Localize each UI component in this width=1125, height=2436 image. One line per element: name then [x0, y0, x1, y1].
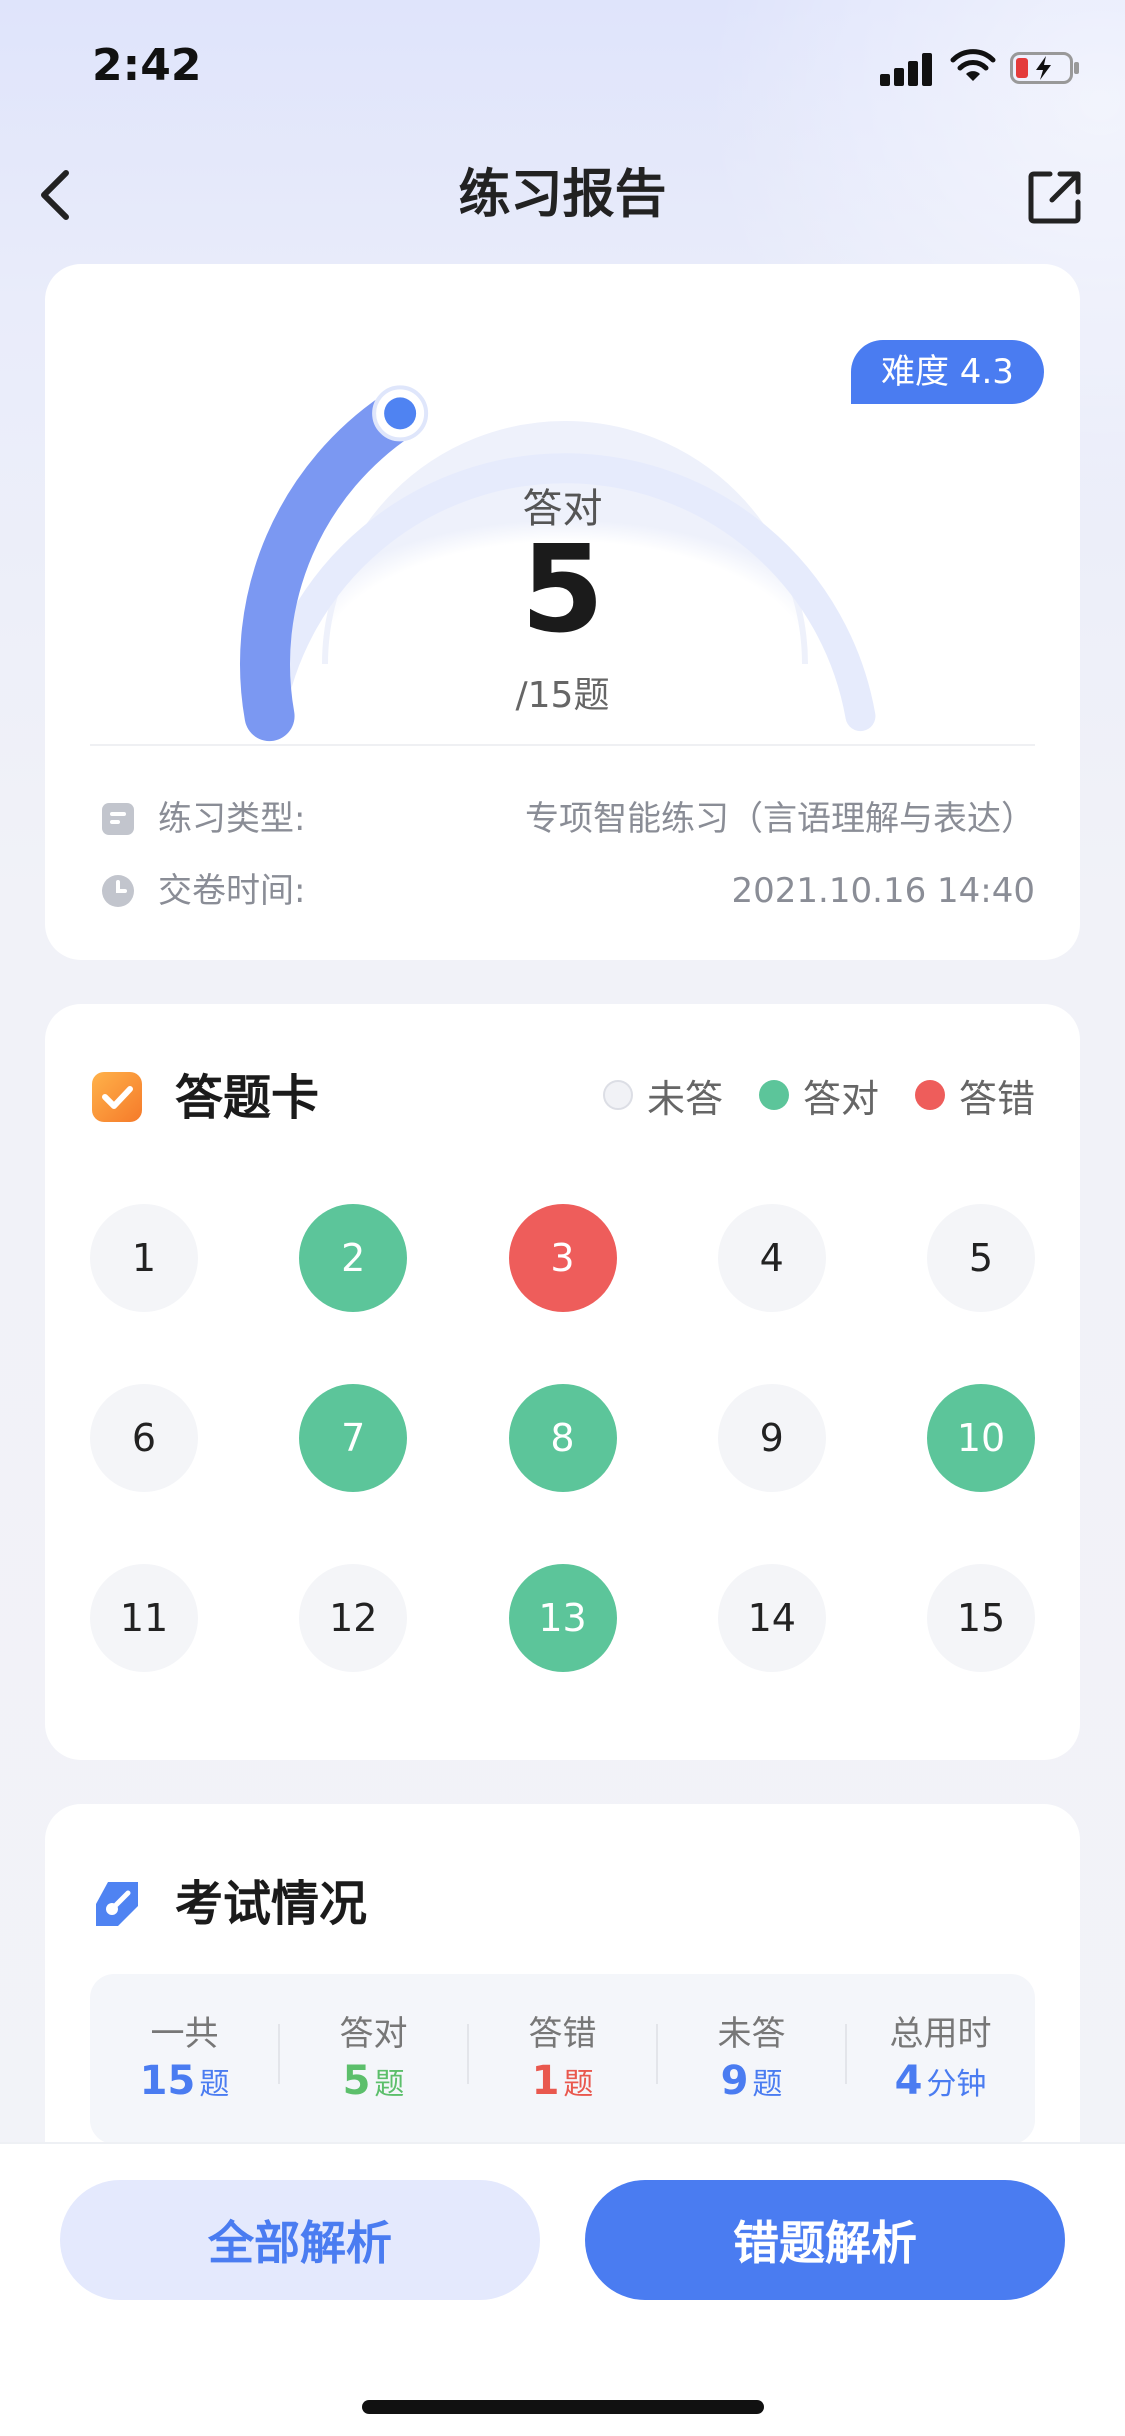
battery-low-charging-icon	[1010, 52, 1079, 84]
question-9-button[interactable]: 9	[717, 1384, 826, 1492]
stat-unit: 题	[374, 2067, 405, 2102]
question-grid: 1 2 3 4 5 6 7 8 9 10 11 12 13 14 15	[90, 1204, 1035, 1704]
submit-time-value: 2021.10.16 14:40	[731, 871, 1035, 911]
question-10-button[interactable]: 10	[927, 1384, 1035, 1492]
stat-value: 1题	[468, 2058, 657, 2104]
stat-number: 4	[894, 2058, 923, 2104]
share-icon[interactable]	[1026, 168, 1084, 226]
legend-wrong-label: 答错	[958, 1076, 1035, 1121]
all-analysis-button[interactable]: 全部解析	[60, 2180, 540, 2300]
legend-correct: 答对	[758, 1068, 879, 1123]
question-3-button[interactable]: 3	[508, 1204, 617, 1312]
answer-sheet-title: 答题卡	[175, 1070, 320, 1126]
legend-unanswered: 未答	[602, 1068, 723, 1123]
screen: 2:42 练习报告 难度 4.3 答对 5 /15题 练习类型: 专项智能练习（…	[0, 0, 1125, 2436]
bottom-action-bar: 全部解析 错题解析	[0, 2142, 1125, 2436]
stat-item: 答对 5 题	[279, 1974, 468, 2144]
score-correct-count: 5	[520, 521, 605, 660]
stat-value: 15 题	[90, 2058, 279, 2104]
question-1-button[interactable]: 1	[90, 1204, 198, 1312]
gauge-knob-center	[384, 397, 417, 430]
exam-stats: 一共 15 题答对 5 题答错 1 题未答 9 题总用时 4 分钟	[90, 1974, 1035, 2144]
stat-unit: 分钟	[926, 2067, 987, 2102]
stat-label: 一共	[150, 2014, 219, 2054]
stat-label: 答对	[339, 2014, 408, 2054]
stat-separator	[278, 2024, 280, 2084]
legend: 未答 答对 答错	[602, 1068, 1035, 1123]
stat-item: 总用时 4 分钟	[846, 1974, 1035, 2144]
stat-number: 1	[531, 2058, 560, 2104]
legend-correct-label: 答对	[802, 1076, 879, 1121]
stat-separator	[656, 2024, 658, 2084]
document-icon	[102, 803, 134, 835]
stat-item: 未答 9 题	[657, 1974, 846, 2144]
stat-number: 5	[342, 2058, 371, 2104]
question-14-button[interactable]: 14	[717, 1564, 826, 1672]
question-12-button[interactable]: 12	[299, 1564, 408, 1672]
legend-correct-dot	[758, 1080, 789, 1110]
question-8-button[interactable]: 8	[508, 1384, 617, 1492]
stat-label: 未答	[717, 2014, 786, 2054]
cellular-signal-icon	[880, 52, 936, 86]
stat-item: 一共 15 题	[90, 1974, 279, 2144]
stat-value: 4 分钟	[846, 2058, 1035, 2104]
home-indicator	[362, 2400, 764, 2414]
status-bar: 2:42	[0, 0, 1125, 140]
stat-separator	[467, 2024, 469, 2084]
answer-sheet-card: 答题卡 未答 答对 答错 1 2 3 4 5 6 7 8 9 10 11 12 13 14 15	[45, 1004, 1080, 1760]
question-13-button[interactable]: 13	[508, 1564, 617, 1672]
divider	[90, 744, 1035, 746]
submit-time-row: 交卷时间: 2021.10.16 14:40	[100, 866, 1035, 916]
question-4-button[interactable]: 4	[717, 1204, 826, 1312]
stat-number: 9	[720, 2058, 749, 2104]
practice-type-row: 练习类型: 专项智能练习（言语理解与表达）	[100, 794, 1035, 844]
stat-value: 5题	[279, 2058, 468, 2104]
legend-wrong-dot	[914, 1080, 945, 1110]
practice-type-value: 专项智能练习（言语理解与表达）	[525, 799, 1035, 839]
page-title: 练习报告	[458, 165, 667, 225]
question-2-button[interactable]: 2	[299, 1204, 408, 1312]
stat-label: 总用时	[889, 2014, 992, 2054]
stat-unit: 题	[752, 2067, 783, 2102]
stat-label: 答错	[528, 2014, 597, 2054]
stat-number: 15	[139, 2058, 196, 2104]
legend-unanswered-dot	[602, 1080, 633, 1110]
checkbox-checked-icon	[92, 1072, 142, 1122]
question-6-button[interactable]: 6	[90, 1384, 198, 1492]
stat-unit: 题	[199, 2067, 230, 2102]
stat-separator	[845, 2024, 847, 2084]
practice-type-label: 练习类型:	[158, 799, 306, 839]
pencil-icon	[96, 1882, 138, 1926]
legend-wrong: 答错	[914, 1068, 1035, 1123]
question-5-button[interactable]: 5	[927, 1204, 1035, 1312]
question-11-button[interactable]: 11	[90, 1564, 198, 1672]
submit-time-label: 交卷时间:	[158, 871, 306, 911]
stat-value: 9题	[657, 2058, 846, 2104]
status-time: 2:42	[92, 40, 202, 91]
stat-item: 答错 1 题	[468, 1974, 657, 2144]
question-15-button[interactable]: 15	[927, 1564, 1035, 1672]
score-card: 难度 4.3 答对 5 /15题 练习类型: 专项智能练习（言语理解与表达） 交…	[45, 264, 1080, 960]
score-total: /15题	[515, 675, 610, 716]
wrong-analysis-button[interactable]: 错题解析	[585, 2180, 1065, 2300]
exam-summary-title: 考试情况	[175, 1876, 368, 1932]
question-7-button[interactable]: 7	[299, 1384, 408, 1492]
wifi-icon	[950, 49, 996, 81]
clock-icon	[102, 875, 134, 907]
stat-unit: 题	[563, 2067, 594, 2102]
legend-unanswered-label: 未答	[646, 1076, 723, 1121]
